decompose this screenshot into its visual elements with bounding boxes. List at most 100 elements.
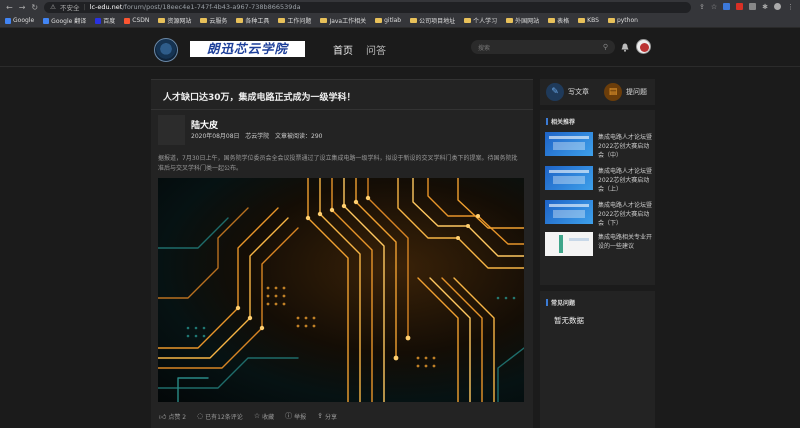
list-item[interactable]: 集成电路人才论坛暨2022芯创大赛启动会（下）	[545, 200, 653, 228]
folder-icon	[548, 18, 556, 23]
nav-home[interactable]: 首页	[333, 42, 353, 57]
avatar[interactable]	[636, 39, 651, 54]
empty-state: 暂无数据	[554, 316, 584, 325]
author-name[interactable]: 陆大皮	[191, 118, 218, 131]
list-item[interactable]: 集成电路相关专业开设的一些建议	[545, 232, 653, 260]
bookmark-folder[interactable]: Java工作相关	[320, 16, 366, 25]
folder-icon	[410, 18, 418, 23]
bookmark-folder[interactable]: 表格	[548, 16, 569, 25]
security-label: 不安全	[59, 4, 80, 12]
article-body: 据报道，7月30日上午，国务院学位委员会全会议投票通过了设立集成电路一级学科，拟…	[158, 155, 518, 172]
article-meta: 2020年08月08日 芯云学院 文章被阅读：290	[191, 131, 323, 140]
comment-icon: ◌	[197, 412, 204, 420]
article-date: 2020年08月08日	[191, 133, 240, 140]
share-icon[interactable]: ⇪	[699, 3, 705, 11]
comments-button[interactable]: ◌ 已有12条评论	[197, 411, 243, 421]
address-bar[interactable]: ⚠ 不安全 | lc-edu.net/forum/post/18eec4e1-7…	[44, 1, 691, 13]
list-item-title[interactable]: 集成电路人才论坛暨2022芯创大赛启动会（下）	[598, 201, 653, 228]
bookmark-folder[interactable]: 工作问题	[278, 16, 311, 25]
article-school: 芯云学院	[245, 133, 270, 140]
folder-icon	[200, 18, 208, 23]
views-label: 文章被阅读：	[275, 133, 312, 140]
ask-question-button[interactable]: ▤ 提问题	[604, 83, 647, 101]
bell-icon[interactable]	[621, 43, 629, 52]
folder-icon	[464, 18, 472, 23]
bookmark-folder[interactable]: KBS	[578, 17, 599, 24]
url-path: /forum/post/18eec4e1-747f-4b43-a967-738b…	[122, 3, 301, 11]
circuit-board-image	[158, 178, 524, 402]
folder-icon	[236, 18, 244, 23]
menu-icon[interactable]: ⋮	[787, 3, 794, 11]
nav-qa[interactable]: 问答	[366, 42, 386, 57]
folder-icon	[375, 18, 383, 23]
edit-icon: ✎	[546, 83, 564, 101]
logo-emblem-icon[interactable]	[154, 38, 178, 62]
article-card: 人才缺口达30万，集成电路正式成为一级学科！ 陆大皮 2020年08月08日 芯…	[151, 79, 533, 428]
thumbnail[interactable]	[545, 232, 593, 256]
back-icon[interactable]: ←	[6, 3, 13, 12]
bookmark-folder[interactable]: 公司项目地址	[410, 16, 455, 25]
report-button[interactable]: ⓘ 举报	[285, 411, 306, 421]
article-title: 人才缺口达30万，集成电路正式成为一级学科！	[163, 93, 356, 103]
like-button[interactable]: 👍︎ 点赞 2	[159, 411, 186, 421]
security-warning-icon[interactable]: ⚠	[50, 3, 56, 11]
bookmark-folder[interactable]: 资源网站	[158, 16, 191, 25]
bookmark-folder[interactable]: gitlab	[375, 17, 401, 24]
thumbnail[interactable]	[545, 132, 593, 156]
bookmark-folder[interactable]: 云服务	[200, 16, 227, 25]
folder-icon	[320, 18, 328, 23]
browser-toolbar: ← → ↻ ⚠ 不安全 | lc-edu.net/forum/post/18ee…	[0, 0, 800, 14]
baidu-icon	[95, 17, 102, 24]
author-avatar[interactable]	[158, 115, 185, 145]
section-title: 常见问题	[546, 298, 575, 307]
site-logo[interactable]: 朗迅芯云学院	[190, 41, 305, 57]
extension-bar: ⇪ ☆ ✱ ⋮	[699, 3, 800, 11]
reload-icon[interactable]: ↻	[31, 3, 38, 12]
favorite-button[interactable]: ☆ 收藏	[254, 411, 274, 421]
share-icon: ⇪	[317, 412, 323, 420]
extension-icon[interactable]	[723, 3, 731, 10]
bookmark-baidu[interactable]: 百度	[95, 16, 115, 25]
extension-icon[interactable]	[736, 3, 744, 10]
csdn-icon	[124, 17, 131, 24]
section-title: 相关推荐	[546, 117, 575, 126]
bookmark-translate[interactable]: Google 翻译	[43, 16, 86, 25]
search-input[interactable]: 搜索 ⚲	[471, 40, 615, 54]
thumbs-up-icon: 👍︎	[159, 412, 167, 421]
search-placeholder: 搜索	[478, 44, 491, 52]
profile-icon[interactable]	[774, 3, 781, 10]
bookmark-folder[interactable]: python	[607, 17, 638, 24]
list-item[interactable]: 集成电路人才论坛暨2022芯创大赛启动会（中）	[545, 132, 653, 160]
related-recommendations: 相关推荐 集成电路人才论坛暨2022芯创大赛启动会（中） 集成电路人才论坛暨20…	[540, 110, 655, 285]
url-host: lc-edu.net	[89, 3, 123, 11]
bookmark-folder[interactable]: 外国网站	[506, 16, 539, 25]
folder-icon	[578, 18, 586, 23]
bookmark-csdn[interactable]: CSDN	[124, 17, 149, 24]
search-icon[interactable]: ⚲	[603, 43, 608, 51]
article-actions: 👍︎ 点赞 2 ◌ 已有12条评论 ☆ 收藏 ⓘ 举报 ⇪ 分享	[159, 411, 337, 421]
list-item-title[interactable]: 集成电路人才论坛暨2022芯创大赛启动会（上）	[598, 167, 653, 194]
bookmark-google[interactable]: Google	[5, 17, 34, 24]
bookmark-folder[interactable]: 个人学习	[464, 16, 497, 25]
question-icon: ▤	[604, 83, 622, 101]
star-icon: ☆	[253, 412, 261, 420]
faq-panel: 常见问题 暂无数据	[540, 291, 655, 428]
thumbnail[interactable]	[545, 166, 593, 190]
accent-bar	[546, 299, 548, 306]
folder-icon	[278, 18, 286, 23]
list-item-title[interactable]: 集成电路相关专业开设的一些建议	[598, 233, 653, 251]
folder-icon	[506, 18, 514, 23]
thumbnail[interactable]	[545, 200, 593, 224]
list-item[interactable]: 集成电路人才论坛暨2022芯创大赛启动会（上）	[545, 166, 653, 194]
sidebar-actions: ✎ 写文章 ▤ 提问题	[540, 79, 655, 105]
list-item-title[interactable]: 集成电路人才论坛暨2022芯创大赛启动会（中）	[598, 133, 653, 160]
bookmarks-bar: Google Google 翻译 百度 CSDN 资源网站 云服务 各种工具 工…	[0, 14, 800, 28]
forward-icon[interactable]: →	[19, 3, 26, 12]
share-button[interactable]: ⇪ 分享	[317, 411, 337, 421]
extension-icon[interactable]	[749, 3, 757, 10]
views-count: 290	[311, 133, 323, 140]
star-icon[interactable]: ☆	[711, 3, 717, 11]
bookmark-folder[interactable]: 各种工具	[236, 16, 269, 25]
write-article-button[interactable]: ✎ 写文章	[546, 83, 589, 101]
puzzle-icon[interactable]: ✱	[762, 3, 768, 11]
